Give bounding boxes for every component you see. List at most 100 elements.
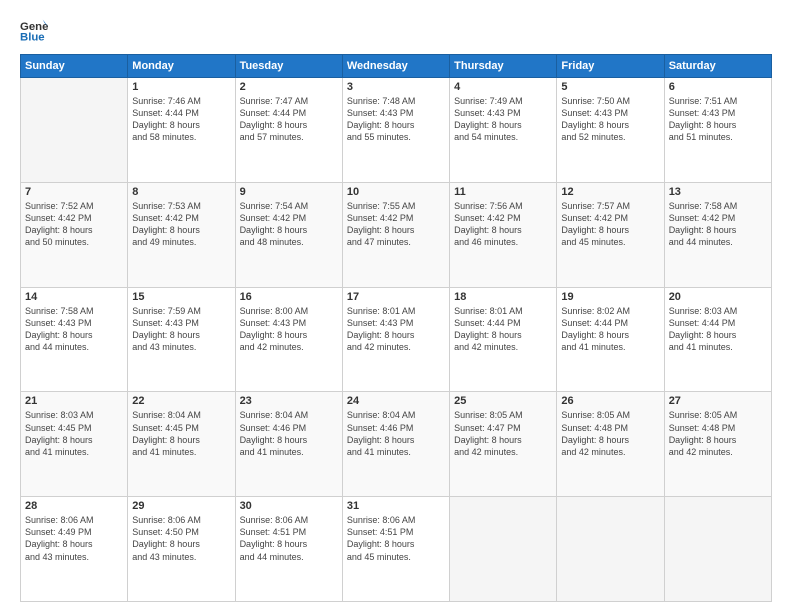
calendar-cell: 2 Sunrise: 7:47 AM Sunset: 4:44 PM Daylig… — [235, 78, 342, 183]
day-number: 16 — [240, 291, 338, 303]
calendar-cell: 23 Sunrise: 8:04 AM Sunset: 4:46 PM Dayli… — [235, 392, 342, 497]
day-number: 19 — [561, 291, 659, 303]
calendar-cell: 22 Sunrise: 8:04 AM Sunset: 4:45 PM Dayli… — [128, 392, 235, 497]
calendar-cell: 1 Sunrise: 7:46 AM Sunset: 4:44 PM Daylig… — [128, 78, 235, 183]
weekday-header-wednesday: Wednesday — [342, 55, 449, 78]
calendar-cell: 21 Sunrise: 8:03 AM Sunset: 4:45 PM Dayli… — [21, 392, 128, 497]
day-info: Sunrise: 7:57 AM Sunset: 4:42 PM Dayligh… — [561, 200, 659, 249]
calendar-week-row: 1 Sunrise: 7:46 AM Sunset: 4:44 PM Daylig… — [21, 78, 772, 183]
day-info: Sunrise: 8:03 AM Sunset: 4:44 PM Dayligh… — [669, 305, 767, 354]
day-number: 26 — [561, 395, 659, 407]
day-info: Sunrise: 7:50 AM Sunset: 4:43 PM Dayligh… — [561, 95, 659, 144]
day-info: Sunrise: 8:03 AM Sunset: 4:45 PM Dayligh… — [25, 409, 123, 458]
calendar-body: 1 Sunrise: 7:46 AM Sunset: 4:44 PM Daylig… — [21, 78, 772, 602]
calendar-cell: 8Sunrise: 7:53 AM Sunset: 4:42 PM Daylig… — [128, 182, 235, 287]
weekday-header-thursday: Thursday — [450, 55, 557, 78]
day-info: Sunrise: 7:46 AM Sunset: 4:44 PM Dayligh… — [132, 95, 230, 144]
day-number: 10 — [347, 186, 445, 198]
calendar-cell: 18 Sunrise: 8:01 AM Sunset: 4:44 PM Dayli… — [450, 287, 557, 392]
day-info: Sunrise: 7:47 AM Sunset: 4:44 PM Dayligh… — [240, 95, 338, 144]
calendar-cell: 3 Sunrise: 7:48 AM Sunset: 4:43 PM Daylig… — [342, 78, 449, 183]
calendar-header: SundayMondayTuesdayWednesdayThursdayFrid… — [21, 55, 772, 78]
calendar-cell: 4 Sunrise: 7:49 AM Sunset: 4:43 PM Daylig… — [450, 78, 557, 183]
day-number: 21 — [25, 395, 123, 407]
calendar-cell: 17Sunrise: 8:01 AM Sunset: 4:43 PM Dayli… — [342, 287, 449, 392]
day-info: Sunrise: 7:53 AM Sunset: 4:42 PM Dayligh… — [132, 200, 230, 249]
day-info: Sunrise: 8:01 AM Sunset: 4:43 PM Dayligh… — [347, 305, 445, 354]
calendar-cell: 30 Sunrise: 8:06 AM Sunset: 4:51 PM Dayli… — [235, 497, 342, 602]
day-info: Sunrise: 8:04 AM Sunset: 4:45 PM Dayligh… — [132, 409, 230, 458]
day-number: 30 — [240, 500, 338, 512]
calendar-cell: 19 Sunrise: 8:02 AM Sunset: 4:44 PM Dayli… — [557, 287, 664, 392]
day-info: Sunrise: 8:02 AM Sunset: 4:44 PM Dayligh… — [561, 305, 659, 354]
calendar-cell: 7Sunrise: 7:52 AM Sunset: 4:42 PM Daylig… — [21, 182, 128, 287]
day-info: Sunrise: 7:58 AM Sunset: 4:42 PM Dayligh… — [669, 200, 767, 249]
calendar-page: General Blue SundayMondayTuesdayWednesda… — [0, 0, 792, 612]
calendar-cell: 5Sunrise: 7:50 AM Sunset: 4:43 PM Daylig… — [557, 78, 664, 183]
calendar-cell: 13 Sunrise: 7:58 AM Sunset: 4:42 PM Dayli… — [664, 182, 771, 287]
calendar-cell: 25Sunrise: 8:05 AM Sunset: 4:47 PM Dayli… — [450, 392, 557, 497]
day-info: Sunrise: 7:55 AM Sunset: 4:42 PM Dayligh… — [347, 200, 445, 249]
day-info: Sunrise: 7:48 AM Sunset: 4:43 PM Dayligh… — [347, 95, 445, 144]
calendar-cell: 10 Sunrise: 7:55 AM Sunset: 4:42 PM Dayli… — [342, 182, 449, 287]
day-number: 11 — [454, 186, 552, 198]
calendar-cell: 26Sunrise: 8:05 AM Sunset: 4:48 PM Dayli… — [557, 392, 664, 497]
calendar-cell — [450, 497, 557, 602]
day-number: 7 — [25, 186, 123, 198]
calendar-cell: 14 Sunrise: 7:58 AM Sunset: 4:43 PM Dayli… — [21, 287, 128, 392]
calendar-cell: 20 Sunrise: 8:03 AM Sunset: 4:44 PM Dayli… — [664, 287, 771, 392]
calendar-week-row: 28Sunrise: 8:06 AM Sunset: 4:49 PM Dayli… — [21, 497, 772, 602]
day-info: Sunrise: 7:49 AM Sunset: 4:43 PM Dayligh… — [454, 95, 552, 144]
calendar-cell: 28Sunrise: 8:06 AM Sunset: 4:49 PM Dayli… — [21, 497, 128, 602]
day-info: Sunrise: 8:05 AM Sunset: 4:47 PM Dayligh… — [454, 409, 552, 458]
day-number: 27 — [669, 395, 767, 407]
calendar-cell: 27Sunrise: 8:05 AM Sunset: 4:48 PM Dayli… — [664, 392, 771, 497]
calendar-cell: 24 Sunrise: 8:04 AM Sunset: 4:46 PM Dayli… — [342, 392, 449, 497]
weekday-header-friday: Friday — [557, 55, 664, 78]
day-info: Sunrise: 7:54 AM Sunset: 4:42 PM Dayligh… — [240, 200, 338, 249]
day-info: Sunrise: 8:06 AM Sunset: 4:49 PM Dayligh… — [25, 514, 123, 563]
day-info: Sunrise: 8:04 AM Sunset: 4:46 PM Dayligh… — [347, 409, 445, 458]
calendar-cell: 15 Sunrise: 7:59 AM Sunset: 4:43 PM Dayli… — [128, 287, 235, 392]
day-info: Sunrise: 8:01 AM Sunset: 4:44 PM Dayligh… — [454, 305, 552, 354]
day-number: 4 — [454, 81, 552, 93]
day-number: 18 — [454, 291, 552, 303]
day-number: 14 — [25, 291, 123, 303]
svg-text:Blue: Blue — [20, 32, 45, 44]
calendar-cell — [21, 78, 128, 183]
day-info: Sunrise: 7:59 AM Sunset: 4:43 PM Dayligh… — [132, 305, 230, 354]
calendar-cell: 6Sunrise: 7:51 AM Sunset: 4:43 PM Daylig… — [664, 78, 771, 183]
calendar-table: SundayMondayTuesdayWednesdayThursdayFrid… — [20, 54, 772, 602]
calendar-cell: 11Sunrise: 7:56 AM Sunset: 4:42 PM Dayli… — [450, 182, 557, 287]
day-number: 22 — [132, 395, 230, 407]
day-number: 3 — [347, 81, 445, 93]
page-header: General Blue — [20, 16, 772, 44]
calendar-cell: 31 Sunrise: 8:06 AM Sunset: 4:51 PM Dayli… — [342, 497, 449, 602]
day-number: 29 — [132, 500, 230, 512]
weekday-header-tuesday: Tuesday — [235, 55, 342, 78]
calendar-cell — [664, 497, 771, 602]
calendar-cell: 12 Sunrise: 7:57 AM Sunset: 4:42 PM Dayli… — [557, 182, 664, 287]
day-number: 20 — [669, 291, 767, 303]
calendar-week-row: 14 Sunrise: 7:58 AM Sunset: 4:43 PM Dayli… — [21, 287, 772, 392]
day-number: 13 — [669, 186, 767, 198]
calendar-week-row: 7Sunrise: 7:52 AM Sunset: 4:42 PM Daylig… — [21, 182, 772, 287]
day-info: Sunrise: 8:06 AM Sunset: 4:51 PM Dayligh… — [347, 514, 445, 563]
day-info: Sunrise: 7:58 AM Sunset: 4:43 PM Dayligh… — [25, 305, 123, 354]
day-info: Sunrise: 8:00 AM Sunset: 4:43 PM Dayligh… — [240, 305, 338, 354]
day-number: 23 — [240, 395, 338, 407]
day-info: Sunrise: 8:04 AM Sunset: 4:46 PM Dayligh… — [240, 409, 338, 458]
day-number: 15 — [132, 291, 230, 303]
day-number: 31 — [347, 500, 445, 512]
day-info: Sunrise: 8:06 AM Sunset: 4:51 PM Dayligh… — [240, 514, 338, 563]
day-number: 24 — [347, 395, 445, 407]
day-number: 2 — [240, 81, 338, 93]
day-info: Sunrise: 7:51 AM Sunset: 4:43 PM Dayligh… — [669, 95, 767, 144]
logo-icon: General Blue — [20, 16, 48, 44]
logo: General Blue — [20, 16, 52, 44]
day-number: 12 — [561, 186, 659, 198]
calendar-cell: 29Sunrise: 8:06 AM Sunset: 4:50 PM Dayli… — [128, 497, 235, 602]
calendar-week-row: 21 Sunrise: 8:03 AM Sunset: 4:45 PM Dayli… — [21, 392, 772, 497]
day-number: 1 — [132, 81, 230, 93]
weekday-row: SundayMondayTuesdayWednesdayThursdayFrid… — [21, 55, 772, 78]
